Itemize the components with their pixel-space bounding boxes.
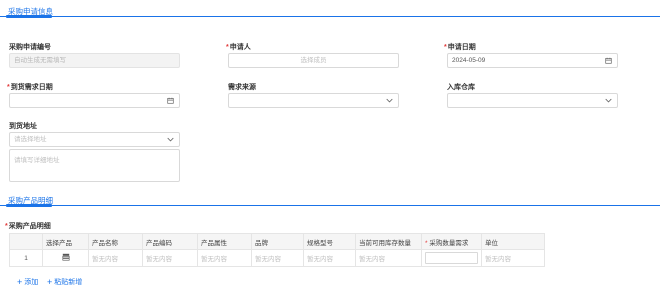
arrival-date-picker[interactable] (9, 93, 180, 108)
chevron-down-icon (167, 133, 174, 146)
stock-cell: 暂无内容 (355, 249, 422, 267)
col-select-product: 选择产品 (42, 233, 89, 250)
purchase-qty-cell (421, 249, 482, 267)
apply-date-label: 申请日期 (444, 42, 476, 52)
applicant-picker[interactable]: 选择成员 (228, 53, 399, 68)
product-picker-icon[interactable] (61, 253, 70, 263)
applicant-placeholder: 选择成员 (300, 57, 327, 64)
add-row-button[interactable]: + 添加 (17, 277, 38, 287)
paste-add-label: 粘贴新增 (54, 279, 83, 286)
col-unit: 单位 (481, 233, 545, 250)
col-product-attr: 产品属性 (197, 233, 252, 250)
demand-source-label: 需求来源 (228, 84, 256, 91)
col-stock: 当前可用库存数量 (355, 233, 422, 250)
product-attr-cell: 暂无内容 (197, 249, 252, 267)
brand-cell: 暂无内容 (251, 249, 304, 267)
warehouse-select[interactable] (447, 93, 618, 108)
demand-source-select[interactable] (228, 93, 399, 108)
chevron-down-icon (386, 94, 393, 107)
product-code-cell: 暂无内容 (142, 249, 198, 267)
unit-cell: 暂无内容 (481, 249, 545, 267)
col-index (9, 233, 43, 250)
col-product-code: 产品编码 (142, 233, 198, 250)
plus-icon: + (47, 276, 53, 287)
plus-icon: + (17, 276, 23, 287)
paste-add-button[interactable]: + 粘贴新增 (47, 277, 82, 287)
address-detail-textarea[interactable]: 请填写详细地址 (9, 149, 180, 182)
request-no-placeholder: 自动生成无需填写 (14, 57, 66, 64)
apply-date-value: 2024-05-09 (452, 57, 486, 64)
section-title-underline (6, 204, 52, 207)
request-no-field: 自动生成无需填写 (9, 53, 180, 68)
product-table-label: 采购产品明细 (5, 221, 51, 231)
calendar-icon (605, 54, 612, 67)
address-label: 到货地址 (9, 123, 37, 130)
table-header-row: 选择产品 产品名称 产品编码 产品属性 品牌 规格型号 当前可用库存数量 * 采… (9, 233, 545, 250)
col-brand: 品牌 (251, 233, 304, 250)
warehouse-label: 入库仓库 (447, 84, 475, 91)
product-name-cell: 暂无内容 (88, 249, 143, 267)
add-row-label: 添加 (24, 279, 39, 286)
address-detail-placeholder: 请填写详细地址 (14, 157, 60, 164)
arrival-date-label: 到货需求日期 (7, 82, 53, 92)
purchase-qty-input[interactable] (425, 252, 478, 264)
section-title-underline (6, 15, 52, 18)
chevron-down-icon (605, 94, 612, 107)
col-purchase-qty-label: 采购数量需求 (429, 239, 469, 247)
section-header-purchase-info: 采购申请信息 (0, 3, 660, 18)
col-product-name: 产品名称 (88, 233, 143, 250)
address-region-placeholder: 请选择地址 (14, 136, 47, 143)
apply-date-picker[interactable]: 2024-05-09 (447, 53, 618, 68)
applicant-label: 申请人 (226, 42, 251, 52)
row-index: 1 (9, 249, 43, 267)
calendar-icon (167, 94, 174, 107)
address-region-select[interactable]: 请选择地址 (9, 132, 180, 147)
col-purchase-qty: * 采购数量需求 (421, 233, 482, 250)
spec-cell: 暂无内容 (303, 249, 356, 267)
section-header-product-detail: 采购产品明细 (0, 192, 660, 207)
product-table: 选择产品 产品名称 产品编码 产品属性 品牌 规格型号 当前可用库存数量 * 采… (9, 233, 545, 267)
select-product-cell (42, 249, 89, 267)
request-no-label: 采购申请编号 (9, 44, 51, 51)
table-row: 1 暂无内容 暂无内容 暂无内容 暂无内容 暂无内容 暂无内容 暂无内容 (9, 249, 545, 267)
col-spec: 规格型号 (303, 233, 356, 250)
